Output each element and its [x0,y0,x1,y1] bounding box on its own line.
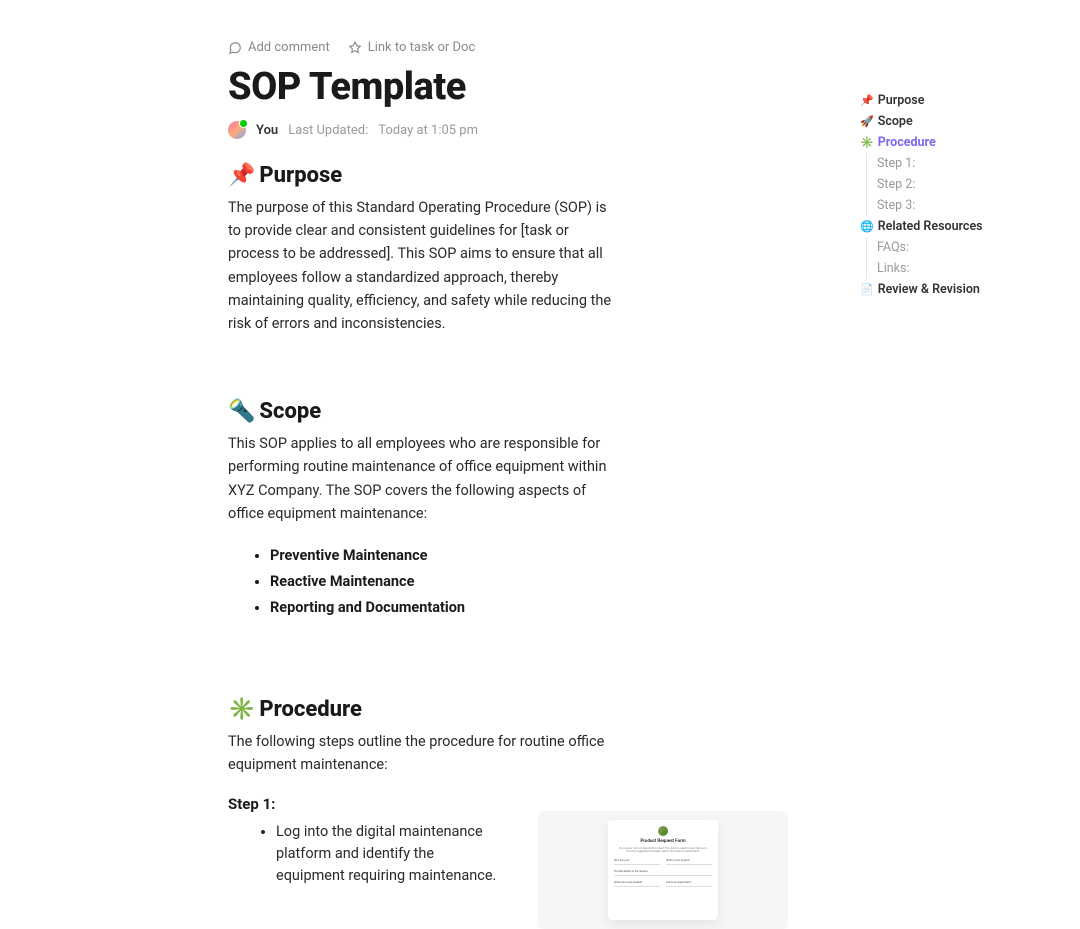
link-task-button[interactable]: Link to task or Doc [348,40,476,55]
document-icon: 📄 [860,283,874,296]
author-name[interactable]: You [256,123,278,138]
outline-step-2[interactable]: Step 2: [877,174,1060,195]
step-1-label[interactable]: Step 1: [228,795,612,813]
outline-purpose[interactable]: 📌Purpose [860,90,1060,111]
list-item[interactable]: Reactive Maintenance [270,569,612,595]
page-title[interactable]: SOP Template [228,65,612,109]
asterisk-icon: ✳️ [228,697,255,722]
list-item[interactable]: Reporting and Documentation [270,595,612,621]
author-avatar[interactable] [228,121,246,139]
add-comment-button[interactable]: Add comment [228,40,330,55]
link-task-label: Link to task or Doc [368,40,476,55]
document-main: SOP Template You Last Updated: Today at … [0,65,840,929]
form-title: Product Request Form [640,839,685,844]
pin-icon: 📌 [860,94,874,107]
outline-step-3[interactable]: Step 3: [877,195,1060,216]
outline-links[interactable]: Links: [877,258,1060,279]
outline-scope[interactable]: 🚀Scope [860,111,1060,132]
form-preview-card: Product Request Form Do a quick form of … [608,820,718,920]
outline-review[interactable]: 📄Review & Revision [860,279,1060,300]
outline-step-1[interactable]: Step 1: [877,153,1060,174]
form-avatar-icon [658,826,668,836]
scope-heading-text: Scope [259,399,321,424]
procedure-body[interactable]: The following steps outline the procedur… [228,730,612,776]
outline-procedure-steps: Step 1: Step 2: Step 3: [866,153,1060,216]
scope-list[interactable]: Preventive Maintenance Reactive Maintena… [228,543,612,621]
purpose-heading-text: Purpose [259,163,342,188]
pin-icon: 📌 [228,163,255,188]
outline-procedure[interactable]: ✳️Procedure [860,132,1060,153]
toolbar: Add comment Link to task or Doc [0,0,1080,65]
outline-nav: 📌Purpose 🚀Scope ✳️Procedure Step 1: Step… [860,90,1060,300]
link-icon [348,41,362,55]
form-description: Do a quick form of description here? Thi… [614,847,712,854]
purpose-body[interactable]: The purpose of this Standard Operating P… [228,196,612,335]
last-updated-value: Today at 1:05 pm [378,123,478,138]
globe-icon: 🌐 [860,220,874,233]
purpose-heading[interactable]: 📌Purpose [228,163,612,188]
procedure-heading-text: Procedure [259,697,362,722]
rocket-icon: 🚀 [860,115,874,128]
meta-row: You Last Updated: Today at 1:05 pm [228,121,612,139]
add-comment-label: Add comment [248,40,330,55]
flashlight-icon: 🔦 [228,399,255,424]
procedure-heading[interactable]: ✳️Procedure [228,697,612,722]
outline-resources-sub: FAQs: Links: [866,237,1060,279]
scope-body[interactable]: This SOP applies to all employees who ar… [228,432,612,525]
outline-faqs[interactable]: FAQs: [877,237,1060,258]
step-1-row: Log into the digital maintenance platfor… [228,821,612,929]
step-1-list[interactable]: Log into the digital maintenance platfor… [228,821,498,888]
scope-heading[interactable]: 🔦Scope [228,399,612,424]
list-item[interactable]: Preventive Maintenance [270,543,612,569]
last-updated-label: Last Updated: [288,123,368,138]
asterisk-icon: ✳️ [860,136,874,149]
list-item[interactable]: Log into the digital maintenance platfor… [276,821,498,888]
step-1-image[interactable]: Product Request Form Do a quick form of … [538,811,788,929]
outline-resources[interactable]: 🌐Related Resources [860,216,1060,237]
comment-icon [228,41,242,55]
